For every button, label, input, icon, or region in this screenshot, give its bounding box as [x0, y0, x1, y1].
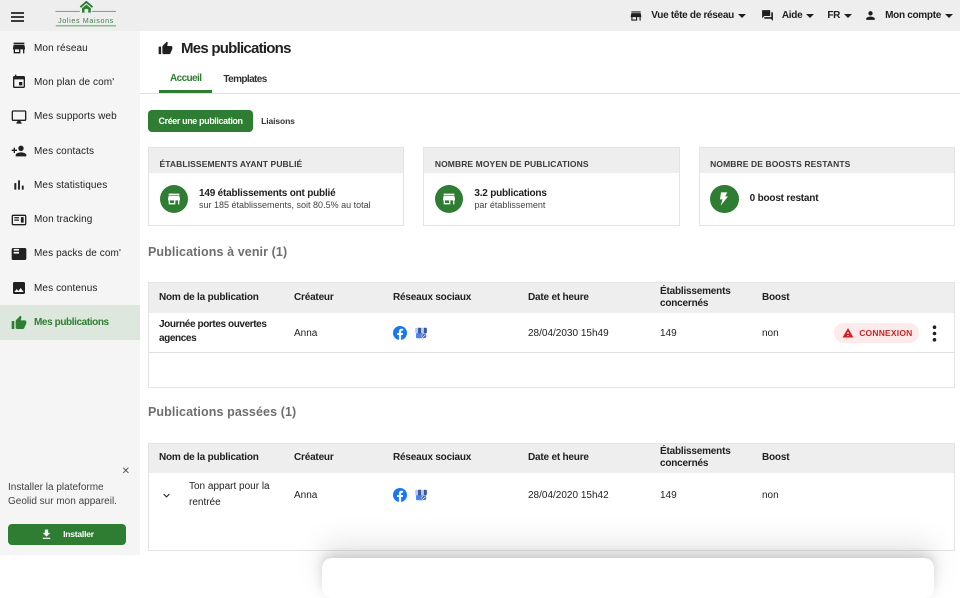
svg-text:Jolies Maisons: Jolies Maisons — [58, 16, 114, 25]
